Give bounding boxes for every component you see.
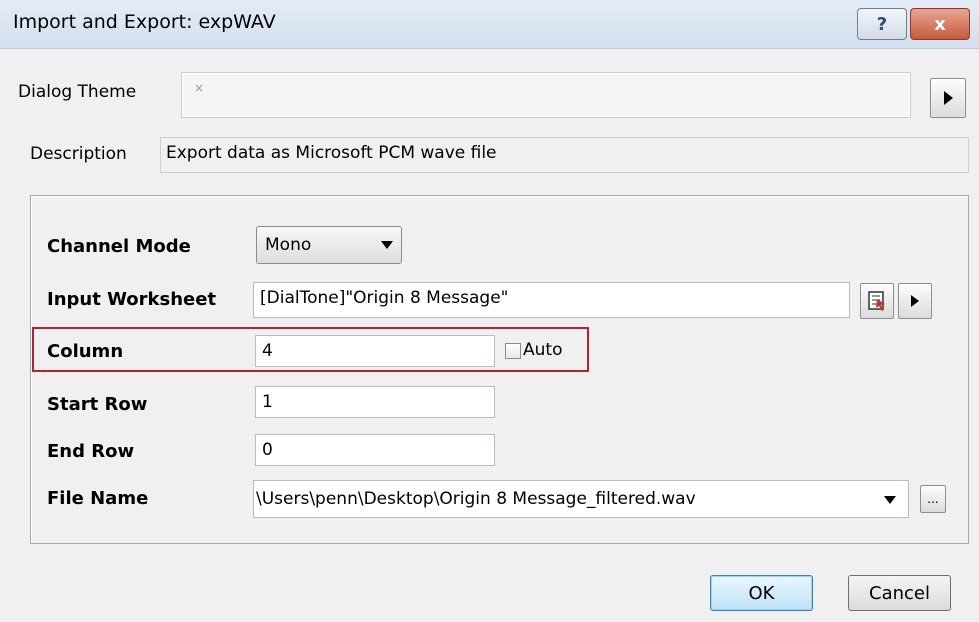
dialog-theme-label: Dialog Theme (18, 82, 137, 102)
close-button[interactable]: x (910, 8, 970, 40)
end-row-field[interactable]: 0 (255, 434, 495, 466)
ok-label: OK (748, 582, 775, 604)
worksheet-menu-button[interactable] (898, 283, 932, 319)
column-label: Column (47, 341, 124, 362)
description-box: Export data as Microsoft PCM wave file (160, 137, 969, 173)
file-name-label: File Name (47, 488, 149, 509)
input-worksheet-field[interactable]: [DialTone]"Origin 8 Message" (253, 282, 850, 318)
chevron-down-icon (381, 241, 393, 249)
channel-mode-select[interactable]: Mono (256, 226, 402, 264)
auto-checkbox[interactable] (505, 343, 521, 359)
input-worksheet-label: Input Worksheet (47, 289, 217, 310)
start-row-label: Start Row (47, 394, 148, 415)
help-button[interactable]: ? (857, 8, 907, 40)
auto-label: Auto (523, 340, 563, 360)
input-worksheet-value: [DialTone]"Origin 8 Message" (260, 288, 509, 308)
cancel-button[interactable]: Cancel (848, 575, 951, 611)
start-row-value: 1 (262, 392, 273, 412)
column-value: 4 (262, 341, 273, 361)
window-title: Import and Export: expWAV (13, 11, 276, 33)
help-icon: ? (876, 13, 888, 35)
end-row-label: End Row (47, 441, 135, 462)
channel-mode-label: Channel Mode (47, 236, 191, 257)
cancel-label: Cancel (869, 582, 930, 604)
end-row-value: 0 (262, 440, 273, 460)
description-text: Export data as Microsoft PCM wave file (166, 143, 497, 163)
browse-button[interactable]: ... (920, 485, 946, 513)
dialog-theme-value: × (194, 81, 205, 95)
select-worksheet-icon (868, 291, 885, 311)
channel-mode-value: Mono (265, 235, 312, 255)
right-arrow-icon (911, 295, 919, 307)
right-arrow-icon (944, 91, 953, 105)
select-worksheet-button[interactable] (860, 283, 894, 319)
ok-button[interactable]: OK (710, 575, 813, 611)
column-field[interactable]: 4 (255, 335, 495, 367)
browse-label: ... (927, 492, 939, 506)
close-icon: x (934, 13, 946, 35)
file-name-field[interactable]: \Users\penn\Desktop\Origin 8 Message_fil… (253, 480, 909, 518)
dialog-theme-field[interactable]: × (181, 72, 911, 118)
description-label: Description (30, 144, 127, 164)
file-name-value: \Users\penn\Desktop\Origin 8 Message_fil… (256, 489, 696, 509)
title-bar: Import and Export: expWAV ? x (0, 0, 979, 49)
start-row-field[interactable]: 1 (255, 386, 495, 418)
chevron-down-icon[interactable] (884, 496, 896, 504)
theme-menu-button[interactable] (930, 78, 966, 118)
